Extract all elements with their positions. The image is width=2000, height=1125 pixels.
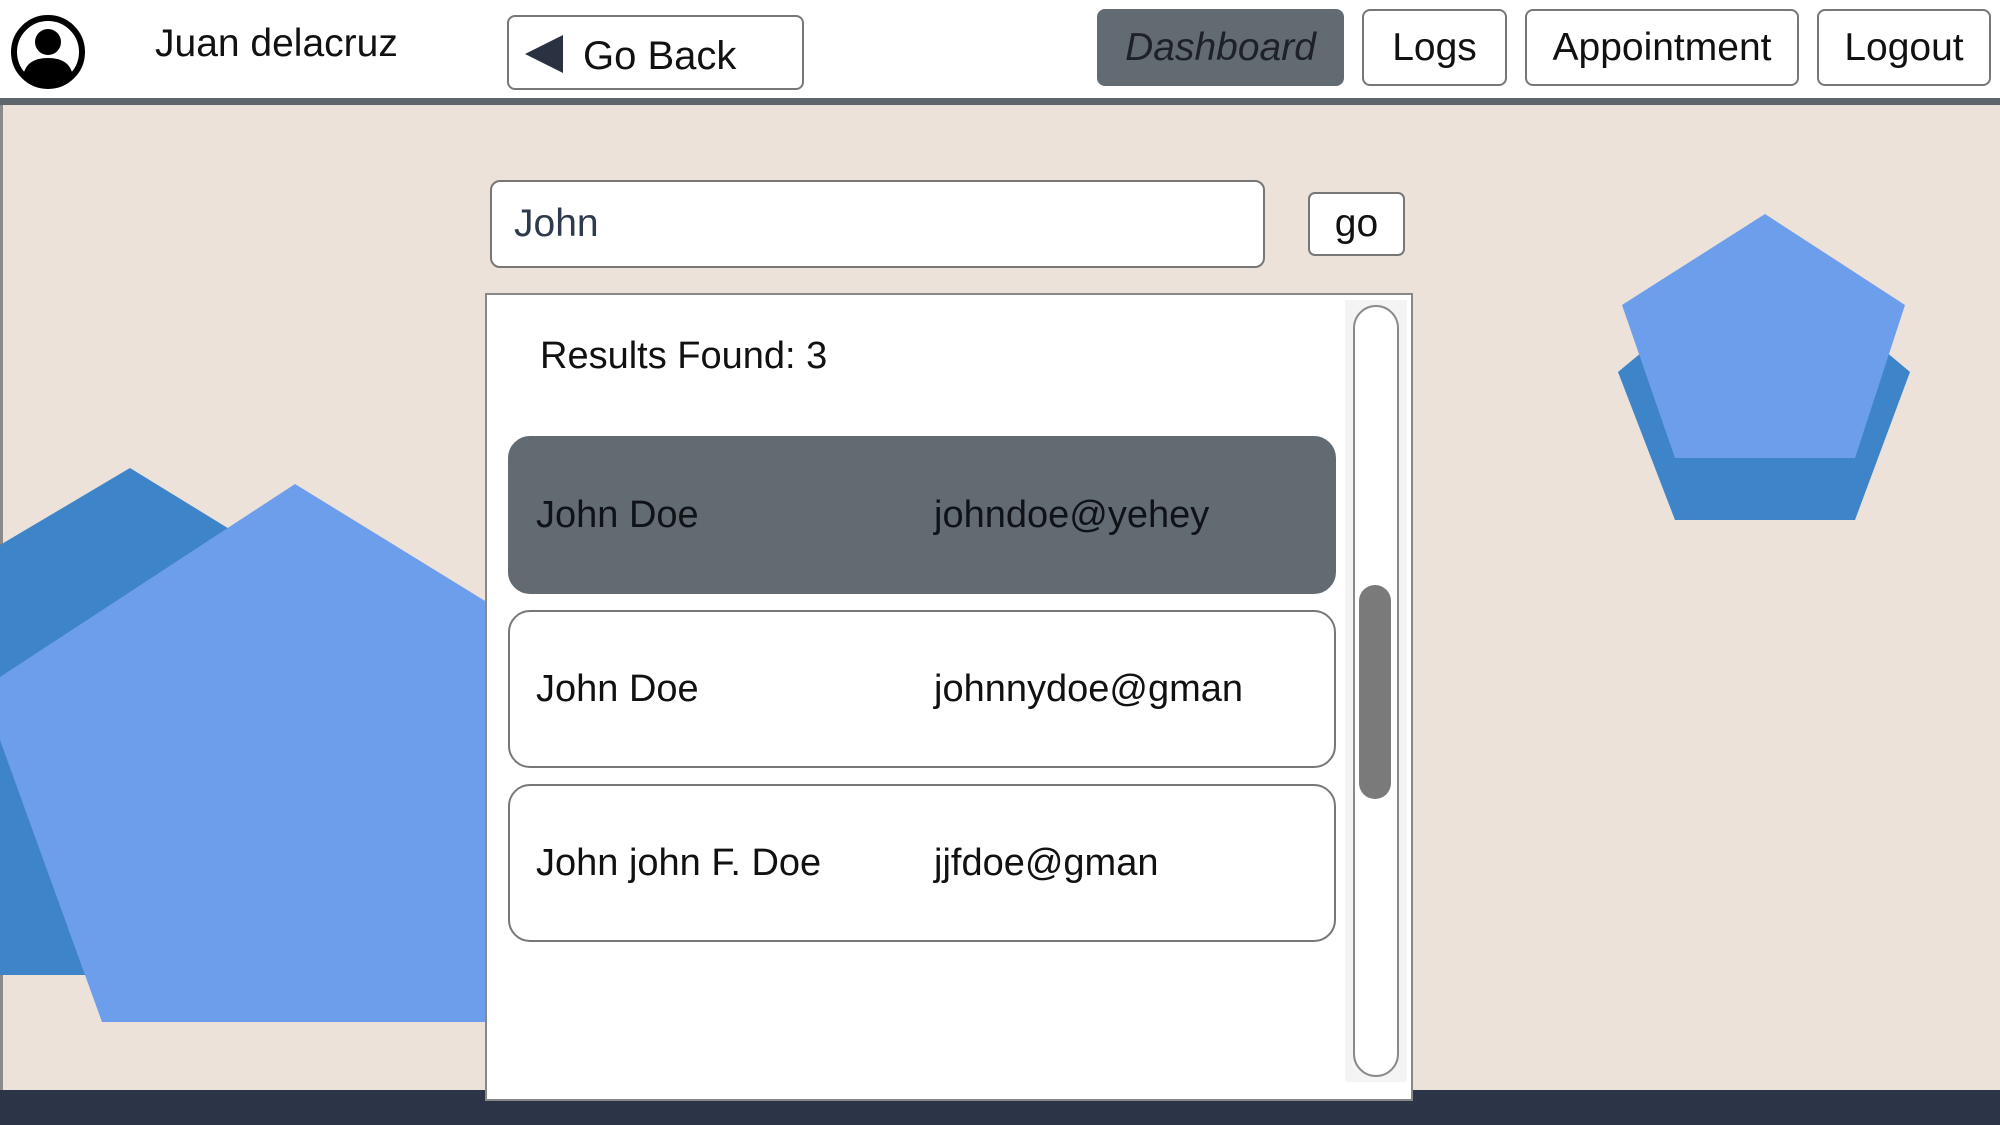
scrollbar-thumb[interactable]: [1359, 585, 1391, 799]
search-input[interactable]: [490, 180, 1265, 268]
result-item[interactable]: John Doe johndoe@yehey: [508, 436, 1336, 594]
appointment-button[interactable]: Appointment: [1525, 9, 1799, 86]
logout-button[interactable]: Logout: [1817, 9, 1991, 86]
result-name: John Doe: [536, 668, 699, 710]
logs-button[interactable]: Logs: [1362, 9, 1507, 86]
top-bar: Juan delacruz Go Back Dashboard Logs App…: [0, 0, 2000, 100]
go-back-button[interactable]: Go Back: [507, 15, 804, 90]
results-count: Results Found: 3: [540, 335, 828, 377]
result-email: johndoe@yehey: [934, 494, 1210, 536]
user-name: Juan delacruz: [155, 22, 398, 65]
back-triangle-icon: [525, 35, 563, 73]
header-divider: [0, 98, 2000, 105]
dashboard-button[interactable]: Dashboard: [1097, 9, 1344, 86]
result-item[interactable]: John john F. Doe jjfdoe@gman: [508, 784, 1336, 942]
user-avatar-icon[interactable]: [10, 14, 86, 90]
result-name: John john F. Doe: [536, 842, 822, 884]
result-name: John Doe: [536, 494, 699, 536]
go-button[interactable]: go: [1308, 192, 1405, 256]
result-email: johnnydoe@gman: [934, 668, 1244, 710]
go-back-label: Go Back: [583, 34, 737, 78]
result-email: jjfdoe@gman: [934, 842, 1159, 884]
result-item[interactable]: John Doe johnnydoe@gman: [508, 610, 1336, 768]
results-panel: Results Found: 3 John Doe johndoe@yehey …: [485, 293, 1413, 1101]
